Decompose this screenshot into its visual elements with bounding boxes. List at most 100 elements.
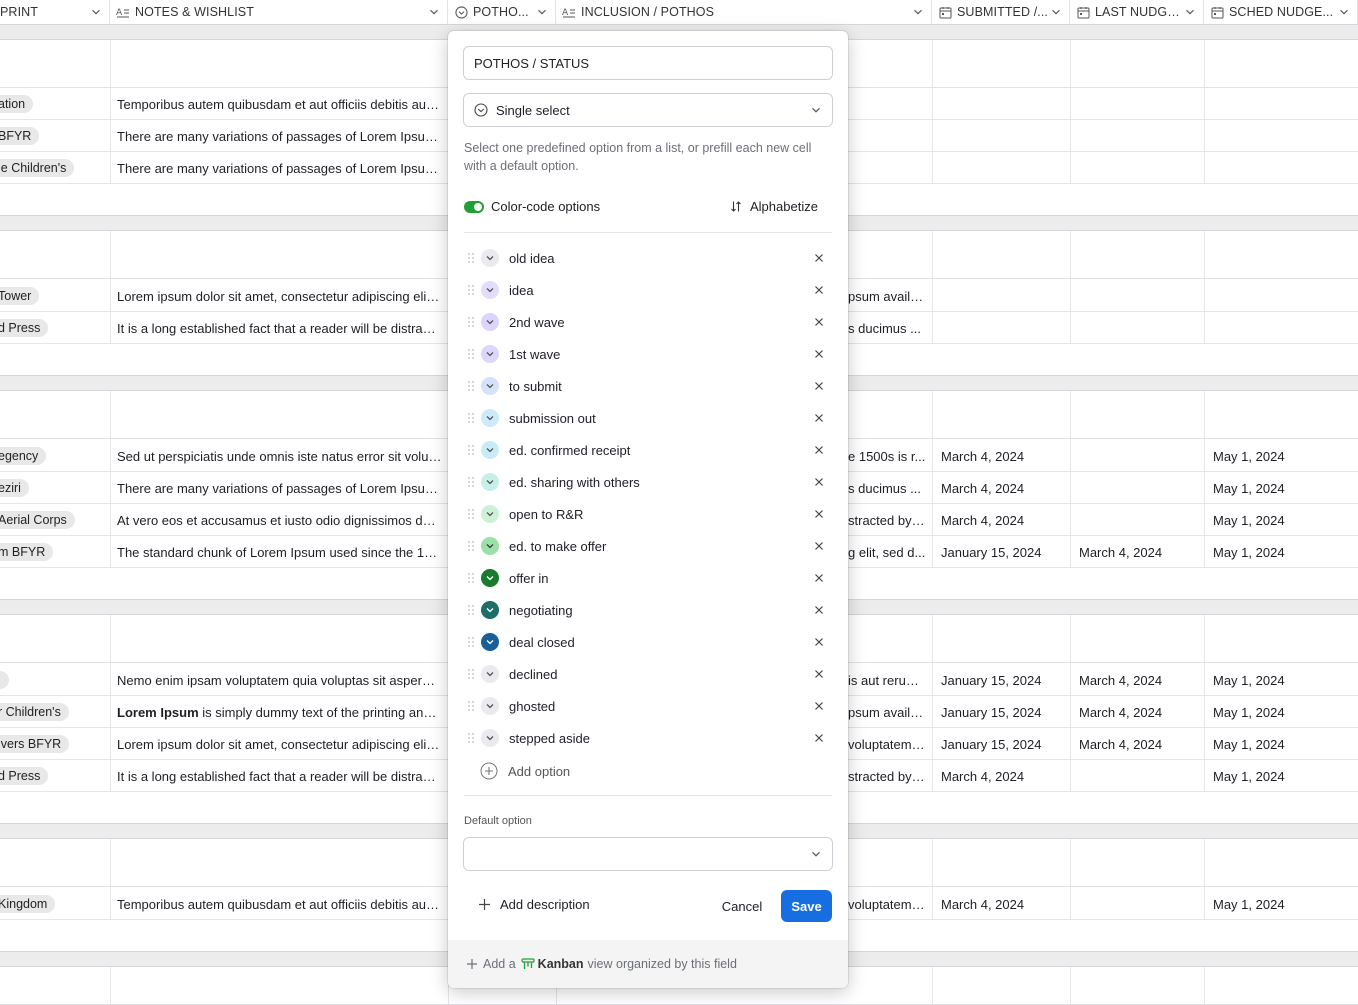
chevron-down-icon[interactable] [1183,7,1197,17]
drag-handle-icon[interactable] [467,412,477,424]
kanban-footer[interactable]: Add a Kanban view organized by this fiel… [448,940,848,988]
select-option[interactable]: submission out [464,402,832,434]
column-header[interactable]: SUBMITTED /... [932,0,1070,25]
close-icon[interactable] [812,251,826,265]
select-option[interactable]: old idea [464,242,832,274]
chevron-down-icon[interactable] [535,7,549,17]
option-label[interactable]: idea [509,283,812,298]
linked-record-pill[interactable]: d Press [0,319,49,337]
option-color-icon[interactable] [481,345,499,363]
inclusion-cell[interactable]: psum availa... [848,280,926,312]
option-color-icon[interactable] [481,569,499,587]
option-label[interactable]: ed. confirmed receipt [509,443,812,458]
close-icon[interactable] [812,603,826,617]
submitted-date-cell[interactable] [941,152,1065,184]
option-color-icon[interactable] [481,313,499,331]
select-option[interactable]: negotiating [464,594,832,626]
last-nudge-date-cell[interactable] [1079,152,1199,184]
inclusion-cell[interactable] [848,152,926,184]
option-label[interactable]: stepped aside [509,731,812,746]
column-header[interactable]: LAST NUDGE... [1070,0,1204,25]
option-label[interactable]: deal closed [509,635,812,650]
option-color-icon[interactable] [481,377,499,395]
notes-cell[interactable]: Lorem Ipsum is simply dummy text of the … [117,696,442,728]
close-icon[interactable] [812,347,826,361]
option-label[interactable]: submission out [509,411,812,426]
drag-handle-icon[interactable] [467,604,477,616]
notes-cell[interactable]: It is a long established fact that a rea… [117,760,442,792]
linked-record-pill[interactable]: m BFYR [0,543,54,561]
close-icon[interactable] [812,507,826,521]
option-label[interactable]: offer in [509,571,812,586]
option-label[interactable]: 1st wave [509,347,812,362]
close-icon[interactable] [812,731,826,745]
sched-nudge-date-cell[interactable]: May 1, 2024 [1213,472,1353,504]
inclusion-cell[interactable]: voluptatem ... [848,728,926,760]
close-icon[interactable] [812,475,826,489]
notes-cell[interactable]: There are many variations of passages of… [117,472,442,504]
last-nudge-date-cell[interactable] [1079,88,1199,120]
submitted-date-cell[interactable]: March 4, 2024 [941,888,1065,920]
select-option[interactable]: ed. sharing with others [464,466,832,498]
select-option[interactable]: idea [464,274,832,306]
inclusion-cell[interactable]: is aut rerum... [848,664,926,696]
default-option-select[interactable] [463,837,833,871]
submitted-date-cell[interactable]: January 15, 2024 [941,728,1065,760]
linked-record-pill[interactable]: egency [0,447,47,465]
chevron-down-icon[interactable] [1337,7,1351,17]
close-icon[interactable] [812,539,826,553]
column-header[interactable]: PRINT [0,0,110,25]
select-option[interactable]: ghosted [464,690,832,722]
sched-nudge-date-cell[interactable] [1213,312,1353,344]
color-code-toggle[interactable] [464,201,484,213]
drag-handle-icon[interactable] [467,508,477,520]
sched-nudge-date-cell[interactable]: May 1, 2024 [1213,440,1353,472]
submitted-date-cell[interactable] [941,280,1065,312]
drag-handle-icon[interactable] [467,540,477,552]
option-color-icon[interactable] [481,473,499,491]
last-nudge-date-cell[interactable]: March 4, 2024 [1079,696,1199,728]
notes-cell[interactable]: There are many variations of passages of… [117,120,442,152]
sched-nudge-date-cell[interactable]: May 1, 2024 [1213,664,1353,696]
chevron-down-icon[interactable] [89,7,103,17]
submitted-date-cell[interactable] [941,120,1065,152]
sched-nudge-date-cell[interactable]: May 1, 2024 [1213,696,1353,728]
select-option[interactable]: stepped aside [464,722,832,754]
submitted-date-cell[interactable]: January 15, 2024 [941,536,1065,568]
last-nudge-date-cell[interactable] [1079,312,1199,344]
drag-handle-icon[interactable] [467,444,477,456]
sched-nudge-date-cell[interactable] [1213,280,1353,312]
last-nudge-date-cell[interactable]: March 4, 2024 [1079,664,1199,696]
sched-nudge-date-cell[interactable]: May 1, 2024 [1213,504,1353,536]
notes-cell[interactable]: At vero eos et accusamus et iusto odio d… [117,504,442,536]
drag-handle-icon[interactable] [467,668,477,680]
select-option[interactable]: offer in [464,562,832,594]
cancel-button[interactable]: Cancel [711,890,773,922]
drag-handle-icon[interactable] [467,476,477,488]
last-nudge-date-cell[interactable]: March 4, 2024 [1079,728,1199,760]
select-option[interactable]: ed. confirmed receipt [464,434,832,466]
inclusion-cell[interactable] [848,88,926,120]
option-color-icon[interactable] [481,697,499,715]
option-color-icon[interactable] [481,537,499,555]
option-color-icon[interactable] [481,441,499,459]
column-header[interactable]: SCHED NUDGE... [1204,0,1358,25]
column-header[interactable]: A INCLUSION / POTHOS [556,0,932,25]
sched-nudge-date-cell[interactable]: May 1, 2024 [1213,760,1353,792]
notes-cell[interactable]: Temporibus autem quibusdam et aut offici… [117,88,442,120]
notes-cell[interactable]: It is a long established fact that a rea… [117,312,442,344]
sched-nudge-date-cell[interactable]: May 1, 2024 [1213,728,1353,760]
option-color-icon[interactable] [481,409,499,427]
close-icon[interactable] [812,411,826,425]
select-option[interactable]: 2nd wave [464,306,832,338]
notes-cell[interactable]: The standard chunk of Lorem Ipsum used s… [117,536,442,568]
close-icon[interactable] [812,379,826,393]
last-nudge-date-cell[interactable] [1079,120,1199,152]
option-label[interactable]: ed. sharing with others [509,475,812,490]
option-color-icon[interactable] [481,281,499,299]
option-label[interactable]: old idea [509,251,812,266]
chevron-down-icon[interactable] [427,7,441,17]
linked-record-pill[interactable]: Tower [0,287,40,305]
drag-handle-icon[interactable] [467,316,477,328]
last-nudge-date-cell[interactable] [1079,888,1199,920]
